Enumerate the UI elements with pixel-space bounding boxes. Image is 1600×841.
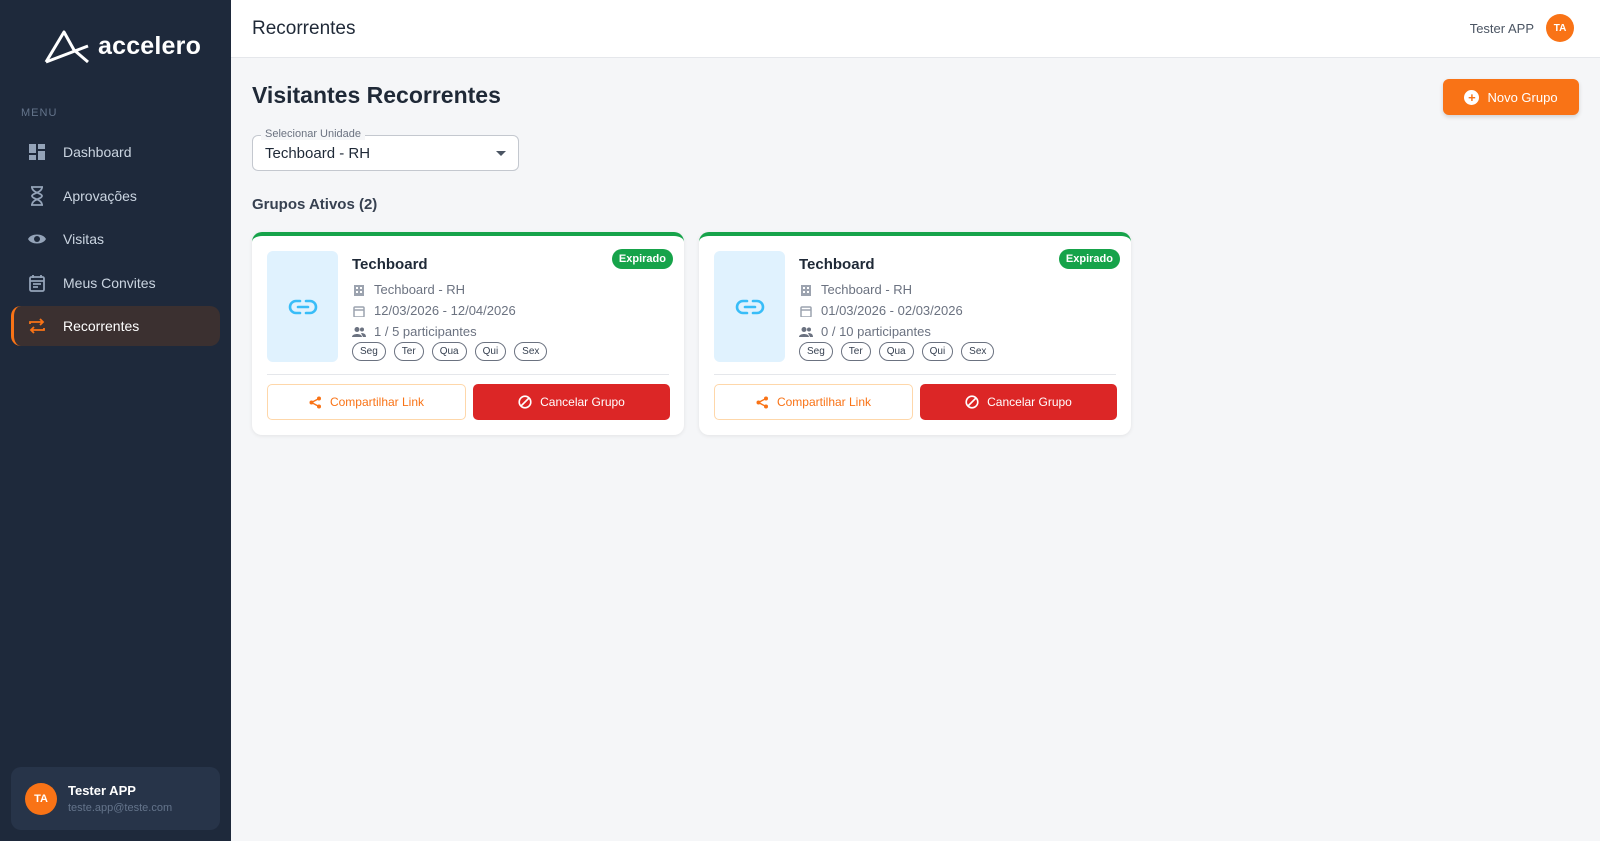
page-title: Visitantes Recorrentes	[252, 82, 501, 108]
new-group-button[interactable]: + Novo Grupo	[1443, 79, 1579, 115]
weekday-chip: Sex	[514, 342, 548, 361]
weekday-chip: Qui	[921, 342, 954, 361]
user-email: teste.app@teste.com	[68, 802, 173, 814]
cancel-group-label: Cancelar Grupo	[540, 395, 625, 409]
repeat-icon	[27, 316, 47, 336]
weekday-chip: Ter	[393, 342, 424, 361]
sidebar-item-label: Dashboard	[63, 144, 132, 160]
share-link-label: Compartilhar Link	[329, 395, 425, 409]
group-unit: Techboard - RH	[352, 282, 465, 297]
unit-select[interactable]: Selecionar Unidade Techboard - RH	[252, 128, 519, 171]
group-participants: 0 / 10 participantes	[799, 324, 931, 339]
sidebar-item-recorrentes[interactable]: Recorrentes	[11, 306, 220, 346]
sidebar-user-card[interactable]: TA Tester APP teste.app@teste.com	[11, 767, 220, 830]
sidebar-item-aprovacoes[interactable]: Aprovações	[11, 176, 220, 216]
sidebar-item-meus-convites[interactable]: Meus Convites	[11, 263, 220, 303]
weekday-chip: Seg	[799, 342, 833, 361]
group-name: Techboard	[799, 256, 875, 273]
link-icon	[735, 299, 764, 314]
menu-label: MENU	[21, 107, 58, 119]
topbar: Recorrentes Tester APP TA	[231, 0, 1600, 58]
share-icon	[756, 396, 768, 408]
group-dates-text: 01/03/2026 - 02/03/2026	[821, 303, 963, 318]
link-icon	[288, 299, 317, 314]
sidebar-item-label: Visitas	[63, 231, 104, 247]
avatar: TA	[1546, 14, 1574, 42]
new-group-button-label: Novo Grupo	[1487, 89, 1558, 105]
plus-icon: +	[1464, 89, 1480, 105]
weekday-chip: Qua	[878, 342, 914, 361]
page-header-title: Recorrentes	[252, 18, 356, 39]
dropdown-arrow-icon	[496, 151, 506, 156]
share-link-button[interactable]: Compartilhar Link	[714, 384, 913, 420]
group-thumbnail	[714, 251, 785, 362]
group-unit-text: Techboard - RH	[374, 282, 466, 297]
groups-heading: Grupos Ativos (2)	[252, 196, 378, 213]
weekday-chip: Qui	[474, 342, 507, 361]
group-unit: Techboard - RH	[799, 282, 912, 297]
unit-select-label: Selecionar Unidade	[261, 128, 366, 140]
block-icon	[965, 395, 979, 409]
card-divider	[267, 374, 669, 375]
group-dates: 01/03/2026 - 02/03/2026	[799, 303, 963, 318]
logo-mark-icon	[44, 30, 89, 64]
sidebar-item-visitas[interactable]: Visitas	[11, 219, 220, 259]
sidebar-item-label: Aprovações	[63, 187, 137, 204]
share-link-button[interactable]: Compartilhar Link	[267, 384, 466, 420]
weekday-chip: Ter	[840, 342, 871, 361]
cancel-group-button[interactable]: Cancelar Grupo	[920, 384, 1117, 420]
avatar: TA	[25, 782, 57, 815]
cancel-group-button[interactable]: Cancelar Grupo	[473, 384, 670, 420]
card-divider	[714, 374, 1116, 375]
share-link-label: Compartilhar Link	[776, 395, 872, 409]
group-participants-text: 0 / 10 participantes	[821, 324, 931, 339]
group-name: Techboard	[352, 256, 428, 273]
logo[interactable]: accelero	[42, 28, 201, 64]
dashboard-icon	[27, 142, 47, 162]
calendar-icon	[799, 304, 813, 318]
weekday-chips: Seg Ter Qua Qui Sex	[799, 342, 995, 361]
calendar-icon	[352, 304, 366, 318]
group-dates-text: 12/03/2026 - 12/04/2026	[374, 303, 516, 318]
logo-text: accelero	[98, 31, 202, 60]
group-unit-text: Techboard - RH	[821, 282, 913, 297]
group-participants-text: 1 / 5 participantes	[374, 324, 477, 339]
sidebar-item-dashboard[interactable]: Dashboard	[11, 132, 220, 172]
topbar-user-name: Tester APP	[1469, 20, 1534, 36]
group-card: Techboard Expirado Techboard - RH 12/03/…	[252, 232, 684, 435]
people-icon	[799, 325, 813, 339]
weekday-chip: Sex	[961, 342, 995, 361]
people-icon	[352, 325, 366, 339]
calendar-icon	[27, 273, 47, 293]
weekday-chip: Qua	[431, 342, 467, 361]
user-name: Tester APP	[68, 783, 136, 798]
unit-select-value: Techboard - RH	[265, 145, 371, 162]
group-dates: 12/03/2026 - 12/04/2026	[352, 303, 516, 318]
weekday-chip: Seg	[352, 342, 386, 361]
building-icon	[352, 283, 366, 297]
share-icon	[309, 396, 321, 408]
topbar-user-menu[interactable]: Tester APP TA	[1470, 14, 1574, 42]
group-card: Techboard Expirado Techboard - RH 01/03/…	[699, 232, 1131, 435]
hourglass-icon	[27, 185, 47, 206]
eye-icon	[27, 229, 47, 249]
status-badge: Expirado	[611, 249, 673, 269]
sidebar-item-label: Meus Convites	[63, 274, 156, 291]
group-thumbnail	[267, 251, 338, 362]
group-participants: 1 / 5 participantes	[352, 324, 477, 339]
sidebar: accelero MENU Dashboard Aprovações Visit…	[0, 0, 231, 841]
user-info: Tester APP teste.app@teste.com	[68, 783, 172, 814]
cancel-group-label: Cancelar Grupo	[987, 395, 1072, 409]
building-icon	[799, 283, 813, 297]
weekday-chips: Seg Ter Qua Qui Sex	[352, 342, 548, 361]
block-icon	[518, 395, 532, 409]
sidebar-item-label: Recorrentes	[63, 318, 140, 334]
status-badge: Expirado	[1058, 249, 1120, 269]
sidebar-nav: Dashboard Aprovações Visitas Meus Convit…	[11, 132, 220, 350]
